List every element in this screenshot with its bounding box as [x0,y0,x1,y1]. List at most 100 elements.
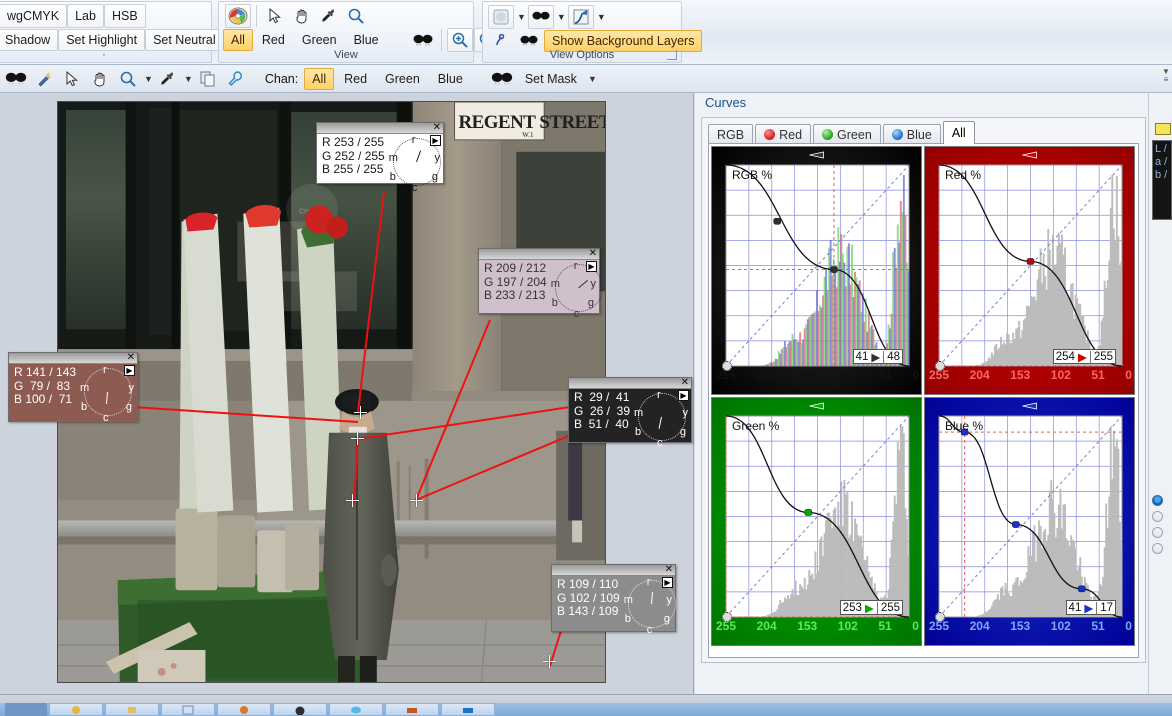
readout-shadow-titlebar[interactable]: ✕ [569,377,691,389]
toolbar-channel-green[interactable]: Green [377,68,428,90]
magnifier-icon[interactable] [343,4,369,28]
readout-highlight[interactable]: ✕ R 253 / 255 G 252 / 255 B 255 / 255 r … [316,122,444,194]
colorspace-tab-0[interactable]: wgCMYK [0,4,68,28]
hand-icon-tb[interactable] [87,67,113,91]
view-channel-all[interactable]: All [223,29,253,51]
tab-rgb[interactable]: RGB [708,124,754,144]
curve-red-value-readout[interactable]: 254 ▶ 255 [1052,349,1116,364]
wrench-icon[interactable] [223,67,249,91]
lab-readout-icon[interactable] [1155,123,1171,135]
curve-rgb-anchor-marker-icon[interactable] [722,361,732,371]
side-radio-3[interactable] [1152,540,1163,556]
chevron-down-icon-eyedropper[interactable]: ▼ [184,74,193,84]
side-radio-0[interactable] [1152,492,1163,508]
close-icon[interactable]: ✕ [665,564,673,575]
curve-rgb-panel[interactable]: RGB % 41 ▶ 48 255 204 153 102 51 0 [711,146,922,395]
side-radio-2[interactable] [1152,524,1163,540]
taskbar-item-4[interactable] [273,703,327,716]
taskbar-item-6[interactable] [385,703,439,716]
curve-blue-anchor-marker-icon[interactable] [935,612,945,622]
view-channel-green[interactable]: Green [294,29,345,51]
tab-all[interactable]: All [942,121,975,144]
readout-flower[interactable]: ✕ R 141 / 143 G 79 / 83 B 100 / 71 r m y… [8,352,138,424]
taskbar-item-1[interactable] [105,703,159,716]
readout-wall-titlebar[interactable]: ✕ [479,248,599,260]
hand-icon[interactable] [289,4,315,28]
tab-green[interactable]: Green [813,124,881,144]
curve-red-anchor-marker-icon[interactable] [935,361,945,371]
expand-icon[interactable]: ▶ [124,365,135,376]
taskbar-item-0[interactable] [49,703,103,716]
curve-green-panel[interactable]: Green % 253 ▶ 255 255 204 153 102 51 0 [711,397,922,646]
expand-icon[interactable]: ▶ [430,135,441,146]
side-radio-1[interactable] [1152,508,1163,524]
chevron-down-icon-3[interactable]: ▼ [597,12,606,22]
magnifier-icon-tb[interactable] [115,67,141,91]
arrow-cursor-icon[interactable] [262,4,288,28]
readout-pavement-titlebar[interactable]: ✕ [552,564,675,576]
copy-icon[interactable] [195,67,221,91]
tab-blue[interactable]: Blue [882,124,941,144]
set-highlight-button[interactable]: Set Highlight [58,29,146,51]
start-button[interactable] [5,703,47,716]
palette-icon[interactable] [225,4,251,28]
curve-green-value-readout[interactable]: 253 ▶ 255 [839,600,903,615]
chevron-down-icon-2[interactable]: ▼ [557,12,566,22]
wheel-label-b: b [635,426,642,438]
eyedropper-icon[interactable] [316,4,342,28]
radio-icon-2 [1152,526,1163,538]
toolbar-channel-all[interactable]: All [304,67,335,90]
taskbar-item-3[interactable] [217,703,271,716]
taskbar-item-7[interactable] [441,703,495,716]
eyedropper-icon-tb[interactable] [155,67,181,91]
curve-icon[interactable] [567,5,594,29]
readout-shadow[interactable]: ✕ R 29 / 41 G 26 / 39 B 51 / 40 r m y b … [568,377,692,449]
mask-glasses-icon-2[interactable] [527,5,554,29]
expand-icon[interactable]: ▶ [586,261,597,272]
taskbar-item-5[interactable] [329,703,383,716]
ribbon: wgCMYK Lab HSB Shadow Set Highlight Set … [0,0,1172,65]
chevron-down-icon-1[interactable]: ▼ [517,12,526,22]
set-mask-button[interactable]: Set Mask [517,68,585,90]
toolbar-overflow-icon[interactable]: ▼ ≡ [1162,68,1170,84]
expand-icon[interactable]: ▶ [678,390,689,401]
dialog-launcher-icon[interactable] [667,50,677,60]
colorspace-tab-1[interactable]: Lab [67,4,104,28]
view-channel-blue[interactable]: Blue [346,29,387,51]
mask-glasses-icon-tb[interactable] [3,67,29,91]
readout-highlight-titlebar[interactable]: ✕ [317,122,443,134]
layer-thumb-icon[interactable] [488,5,514,29]
ribbon-group-view: All Red Green Blue View [218,1,554,63]
toolbar-channel-red[interactable]: Red [336,68,375,90]
taskbar-item-2[interactable] [161,703,215,716]
curves-tab-pane: RGB % 41 ▶ 48 255 204 153 102 51 0 Red % 254 ▶ 255 255… [708,143,1139,658]
wheel-label-b: b [389,171,396,183]
wheel-label-y: y [128,382,135,394]
curve-red-panel[interactable]: Red % 254 ▶ 255 255 204 153 102 51 0 [924,146,1135,395]
colorspace-tab-2[interactable]: HSB [103,4,146,28]
curve-rgb-value-readout[interactable]: 41 ▶ 48 [852,349,903,364]
chevron-down-icon-magnifier[interactable]: ▼ [144,74,153,84]
close-icon[interactable]: ✕ [433,122,441,133]
tab-red[interactable]: Red [755,124,812,144]
readout-pavement[interactable]: ✕ R 109 / 110 G 102 / 109 B 143 / 109 r … [551,564,676,636]
curve-green-output-value: 255 [876,601,900,614]
mask-glasses-icon-setmask[interactable] [489,67,515,91]
readout-wall[interactable]: ✕ R 209 / 212 G 197 / 204 B 233 / 213 r … [478,248,603,320]
chevron-down-icon-setmask[interactable]: ▼ [588,74,597,84]
curve-green-anchor-marker-icon[interactable] [722,612,732,622]
arrow-cursor-icon-tb[interactable] [59,67,85,91]
close-icon[interactable]: ✕ [681,377,689,388]
curve-blue-panel[interactable]: Blue % 41 ▶ 17 255 204 153 102 51 0 [924,397,1135,646]
magic-wand-icon-tb[interactable] [31,67,57,91]
curve-blue-value-readout[interactable]: 41 ▶ 17 [1065,600,1116,615]
wheel-label-c: c [411,182,418,194]
set-shadow-button[interactable]: Shadow [0,29,59,51]
toolbar-channel-blue[interactable]: Blue [430,68,471,90]
close-icon[interactable]: ✕ [589,248,597,259]
set-neutral-button[interactable]: Set Neutral [145,29,224,51]
readout-flower-titlebar[interactable]: ✕ [9,352,137,364]
close-icon[interactable]: ✕ [127,352,135,363]
expand-icon[interactable]: ▶ [662,577,673,588]
view-channel-red[interactable]: Red [254,29,293,51]
